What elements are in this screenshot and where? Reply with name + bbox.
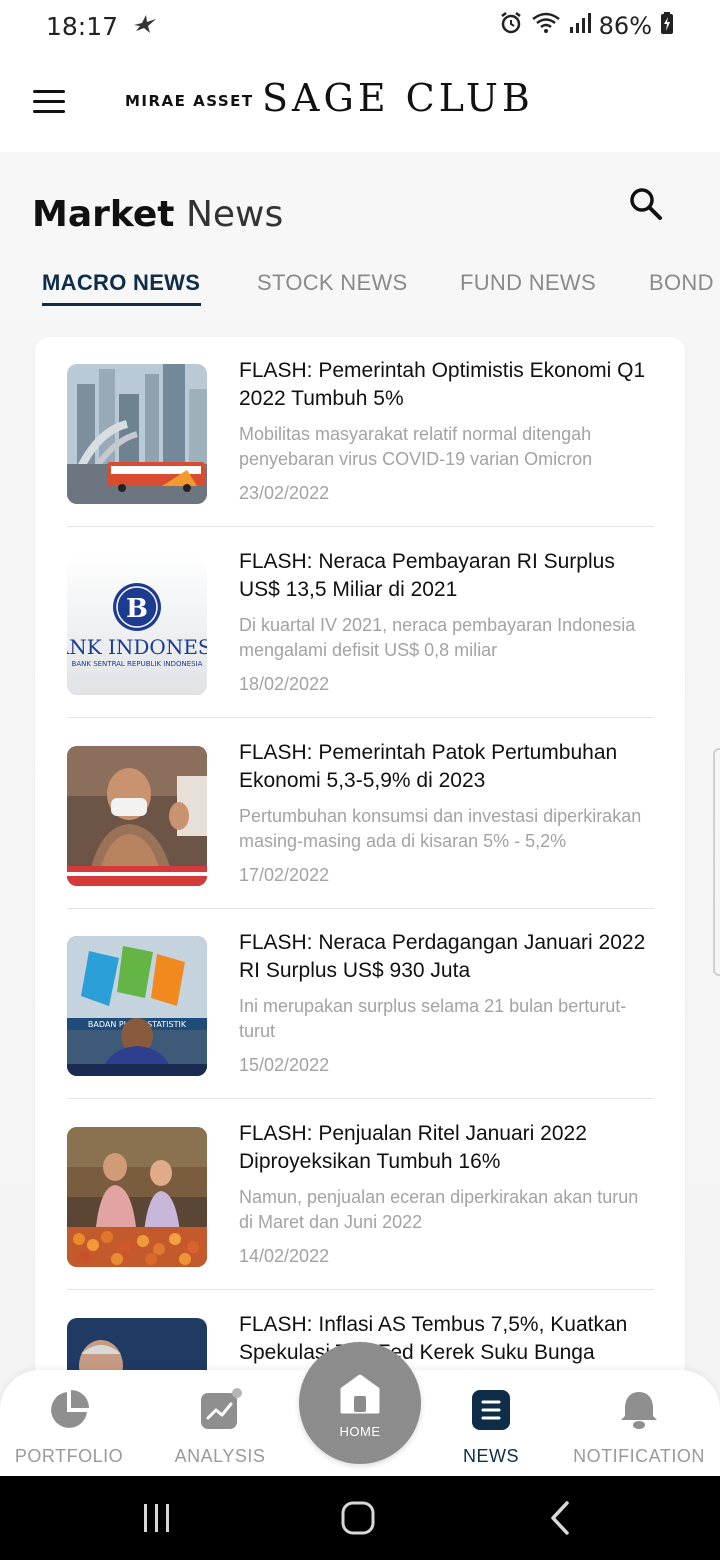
status-time: 18:17 <box>46 11 119 41</box>
nav-label-notification: NOTIFICATION <box>573 1446 705 1466</box>
news-description: Di kuartal IV 2021, neraca pembayaran In… <box>239 615 636 660</box>
signal-icon <box>569 12 591 40</box>
tab-fund-news[interactable]: FUND NEWS <box>460 270 596 296</box>
news-thumbnail-president <box>67 746 207 886</box>
news-list-card: FLASH: Pemerintah Optimistis Ekonomi Q1 … <box>35 337 685 1437</box>
brand-mirae-asset: MIRAE ASSET <box>125 92 254 110</box>
bank-indonesia-logo-text: BANK INDONESIA <box>67 635 207 659</box>
nav-analysis[interactable]: ANALYSIS <box>150 1388 290 1467</box>
search-icon[interactable] <box>626 184 666 224</box>
page-title-bold: Market <box>32 194 175 235</box>
battery-percent: 86% <box>598 12 652 40</box>
alarm-icon <box>499 11 523 41</box>
svg-text:B: B <box>126 594 148 624</box>
news-date: 17/02/2022 <box>239 865 330 885</box>
news-thumbnail-statistics-agency: BADAN PUSAT STATISTIK <box>67 936 207 1076</box>
news-thumbnail-bank-indonesia: B BANK INDONESIA BANK SENTRAL REPUBLIK I… <box>67 555 207 695</box>
pie-chart-icon <box>47 1388 91 1432</box>
news-thumbnail-retail-shopping <box>67 1127 207 1267</box>
menu-icon[interactable] <box>33 90 65 114</box>
tab-macro-news[interactable]: MACRO NEWS <box>42 270 200 296</box>
tab-stock-news[interactable]: STOCK NEWS <box>257 270 408 296</box>
system-navigation-bar <box>0 1476 720 1560</box>
page-title: Market News <box>32 194 283 235</box>
page-title-light: News <box>185 194 284 235</box>
nav-label-analysis: ANALYSIS <box>174 1446 266 1466</box>
divider <box>67 1289 654 1290</box>
back-icon[interactable] <box>545 1500 575 1540</box>
system-home-icon[interactable] <box>340 1500 376 1540</box>
news-item[interactable]: FLASH: Pemerintah Optimistis Ekonomi Q1 … <box>67 337 654 527</box>
news-item[interactable]: B BANK INDONESIA BANK SENTRAL REPUBLIK I… <box>67 528 654 718</box>
news-description: Namun, penjualan eceran diperkirakan aka… <box>239 1187 639 1232</box>
nav-label-portfolio: PORTFOLIO <box>14 1446 124 1466</box>
news-item[interactable]: BADAN PUSAT STATISTIK FLASH: Neraca Perd… <box>67 909 654 1099</box>
status-bar: 18:17 86% <box>0 0 720 52</box>
home-button[interactable]: HOME <box>299 1342 421 1464</box>
nav-news[interactable]: NEWS <box>421 1388 561 1467</box>
news-title: FLASH: Pemerintah Patok Pertumbuhan Ekon… <box>239 741 618 792</box>
news-document-icon <box>469 1388 513 1432</box>
news-description: Pertumbuhan konsumsi dan investasi diper… <box>239 806 642 851</box>
news-date: 14/02/2022 <box>239 1246 330 1266</box>
bell-icon <box>617 1388 661 1432</box>
divider <box>67 526 654 527</box>
news-description: Ini merupakan surplus selama 21 bulan be… <box>239 996 627 1041</box>
home-icon <box>338 1372 382 1420</box>
battery-charging-icon <box>660 12 674 40</box>
bank-indonesia-logo-subtext: BANK SENTRAL REPUBLIK INDONESIA <box>72 660 203 668</box>
news-thumbnail-city <box>67 364 207 504</box>
news-title: FLASH: Penjualan Ritel Januari 2022 Dipr… <box>239 1122 587 1173</box>
recent-apps-icon[interactable] <box>141 1502 173 1538</box>
news-date: 18/02/2022 <box>239 674 330 694</box>
divider <box>67 717 654 718</box>
news-title: FLASH: Neraca Pembayaran RI Surplus US$ … <box>239 550 615 601</box>
news-date: 15/02/2022 <box>239 1055 330 1075</box>
news-category-tabs: MACRO NEWS STOCK NEWS FUND NEWS BOND <box>0 262 720 312</box>
news-title: FLASH: Pemerintah Optimistis Ekonomi Q1 … <box>239 359 646 410</box>
news-item[interactable]: FLASH: Pemerintah Patok Pertumbuhan Ekon… <box>67 719 654 909</box>
nav-label-news: NEWS <box>463 1446 519 1466</box>
news-title: FLASH: Neraca Perdagangan Januari 2022 R… <box>239 931 646 982</box>
news-date: 23/02/2022 <box>239 483 330 503</box>
tab-bond-news[interactable]: BOND <box>649 270 714 296</box>
news-description: Mobilitas masyarakat relatif normal dite… <box>239 424 593 469</box>
brand-sage-club: SAGE CLUB <box>262 76 534 120</box>
wifi-icon <box>531 12 561 40</box>
app-header: MIRAE ASSET SAGE CLUB <box>0 52 720 152</box>
news-title: FLASH: Inflasi AS Tembus 7,5%, Kuatkan S… <box>239 1313 628 1364</box>
bird-notification-icon <box>132 12 158 41</box>
news-item[interactable]: FLASH: Penjualan Ritel Januari 2022 Dipr… <box>67 1100 654 1290</box>
active-tab-indicator <box>42 303 201 306</box>
home-label: HOME <box>339 1424 381 1439</box>
divider <box>67 1098 654 1099</box>
side-scroll-handle[interactable] <box>713 748 720 976</box>
analysis-chart-icon <box>198 1388 242 1432</box>
nav-notification[interactable]: NOTIFICATION <box>569 1388 709 1467</box>
nav-portfolio[interactable]: PORTFOLIO <box>0 1388 139 1467</box>
